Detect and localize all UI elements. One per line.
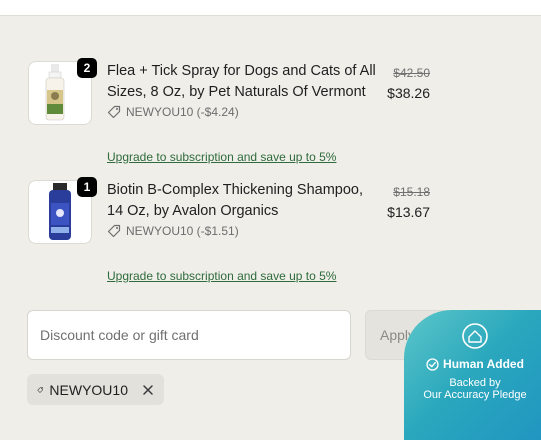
remove-code-button[interactable] xyxy=(142,384,154,396)
tag-icon xyxy=(107,224,121,238)
sale-price: $38.26 xyxy=(387,85,430,101)
badge-headline-row: Human Added xyxy=(404,357,541,371)
quantity-badge: 2 xyxy=(77,58,97,78)
accuracy-pledge-badge[interactable]: Human Added Backed by Our Accuracy Pledg… xyxy=(404,310,541,440)
discount-text: NEWYOU10 (-$4.24) xyxy=(126,105,239,119)
check-circle-icon xyxy=(426,357,439,371)
close-icon xyxy=(143,384,153,395)
applied-discount-tag: NEWYOU10 xyxy=(27,374,164,405)
badge-headline: Human Added xyxy=(443,357,524,371)
discount-line: NEWYOU10 (-$4.24) xyxy=(107,105,239,119)
product-thumbnail: 1 xyxy=(28,177,97,244)
sale-price: $13.67 xyxy=(387,204,430,220)
product-thumbnail: 2 xyxy=(28,58,97,125)
badge-subtext: Backed by Our Accuracy Pledge xyxy=(404,377,541,401)
discount-text: NEWYOU10 (-$1.51) xyxy=(126,224,239,238)
header-strip xyxy=(0,0,541,16)
upgrade-subscription-link[interactable]: Upgrade to subscription and save up to 5… xyxy=(107,150,336,164)
badge-line-2: Our Accuracy Pledge xyxy=(423,389,527,401)
original-price: $15.18 xyxy=(393,185,430,199)
discount-code-input[interactable] xyxy=(27,310,351,360)
product-title: Flea + Tick Spray for Dogs and Cats of A… xyxy=(107,63,376,100)
cart-line-item: 2 Flea + Tick Spray for Dogs and Cats of… xyxy=(28,58,541,171)
applied-code-label: NEWYOU10 xyxy=(49,381,128,398)
original-price: $42.50 xyxy=(393,66,430,80)
badge-line-1: Backed by xyxy=(449,377,501,389)
home-shield-icon xyxy=(462,323,488,349)
upgrade-subscription-link[interactable]: Upgrade to subscription and save up to 5… xyxy=(107,269,336,283)
discount-line: NEWYOU10 (-$1.51) xyxy=(107,224,239,238)
quantity-badge: 1 xyxy=(77,177,97,197)
tag-icon xyxy=(37,386,43,393)
product-title: Biotin B-Complex Thickening Shampoo, 14 … xyxy=(107,182,364,219)
tag-icon xyxy=(107,105,121,119)
cart-line-item: 1 Biotin B-Complex Thickening Shampoo, 1… xyxy=(28,177,541,290)
